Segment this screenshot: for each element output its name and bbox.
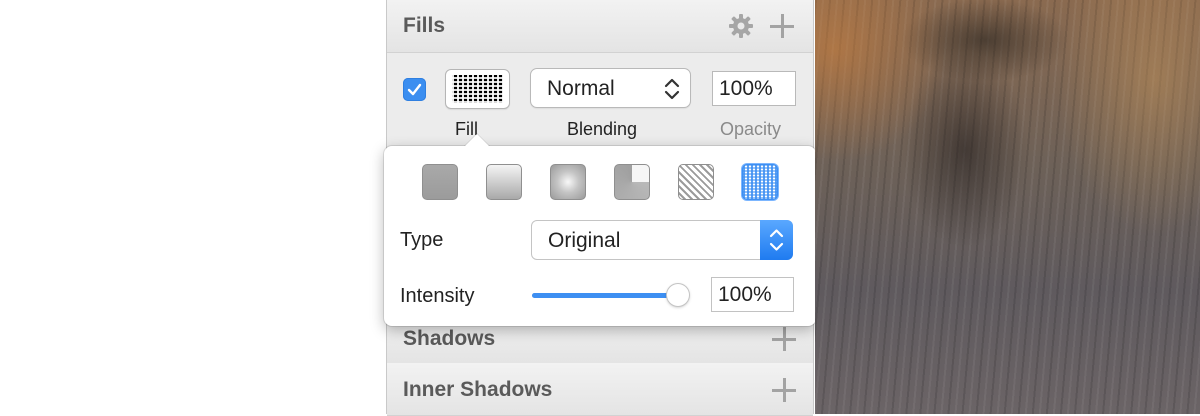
intensity-label: Intensity [400,285,475,307]
fills-section-header[interactable]: Fills [387,0,813,53]
chevron-up-down-icon [664,76,680,107]
blending-label: Blending [567,119,638,139]
noise-fill-button[interactable] [742,164,778,200]
checkmark-icon [407,83,422,96]
shadows-title: Shadows [403,327,496,350]
type-stepper[interactable] [760,220,793,260]
add-fill-plus-icon[interactable] [769,13,795,39]
intensity-value: 100% [718,283,772,306]
angular-gradient-fill-button[interactable] [614,164,650,200]
flat-color-fill-button[interactable] [422,164,458,200]
opacity-value: 100% [719,77,773,100]
add-shadow-plus-icon[interactable] [771,326,797,352]
intensity-slider[interactable] [532,284,689,306]
type-label: Type [400,229,444,251]
popover-arrow [464,134,490,147]
chevron-up-down-icon [769,229,784,251]
fill-swatch-button[interactable] [445,69,510,109]
add-inner-shadow-plus-icon[interactable] [771,377,797,403]
intensity-slider-fill [532,293,678,298]
inner-shadows-title: Inner Shadows [403,378,553,401]
linear-gradient-fill-button[interactable] [486,164,522,200]
gear-icon[interactable] [728,13,754,39]
pattern-fill-button[interactable] [678,164,714,200]
intensity-field[interactable]: 100% [711,277,794,312]
opacity-label: Opacity [720,119,782,139]
intensity-slider-knob[interactable] [667,284,689,306]
desktop-wallpaper [815,0,1200,414]
fill-enabled-checkbox[interactable] [403,78,426,101]
radial-gradient-fill-button[interactable] [550,164,586,200]
blending-value: Normal [547,77,615,100]
blending-select[interactable]: Normal [530,68,691,108]
fills-title: Fills [403,14,446,37]
fill-options-popover: Type Original Intensity 100% [384,134,816,326]
inner-shadows-section-header[interactable]: Inner Shadows [387,363,813,416]
noise-preview [452,75,503,103]
noise-type-select[interactable]: Original [531,220,793,260]
noise-type-value: Original [548,229,621,252]
opacity-field[interactable]: 100% [712,71,796,106]
